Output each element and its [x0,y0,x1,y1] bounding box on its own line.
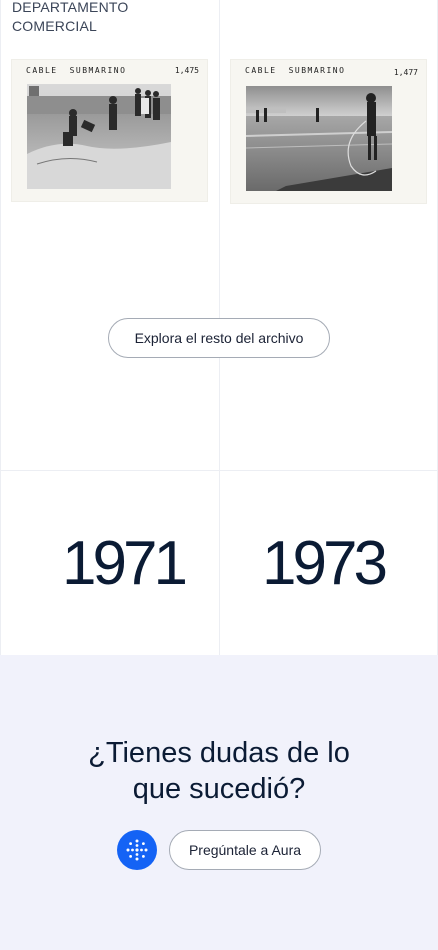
aura-footer: ¿Tienes dudas de lo que sucedió? Pregúnt… [0,655,438,950]
archive-photo-beach-workers [27,84,171,189]
caption-word: CABLE [245,66,277,75]
card-caption: CABLE SUBMARINO [26,66,126,75]
department-line-1: DEPARTAMENTO [12,0,129,15]
question-line-2: que sucedió? [132,773,306,805]
grid-divider-horizontal [0,470,438,471]
caption-word: CABLE [26,66,58,75]
year-1973[interactable]: 1973 [262,528,388,599]
aura-logo-icon[interactable] [117,830,157,870]
archive-card-2[interactable]: CABLE SUBMARINO 1,477 [231,60,426,203]
ask-aura-button[interactable]: Pregúntale a Aura [169,830,321,870]
archive-card-1[interactable]: CABLE SUBMARINO 1,475 [12,60,207,201]
grid-edge-left [0,0,1,655]
card-caption: CABLE SUBMARINO [245,66,345,75]
question-line-1: ¿Tienes dudas de lo [88,737,350,769]
caption-word: SUBMARINO [288,66,346,75]
aura-question: ¿Tienes dudas de lo que sucedió? [0,735,438,807]
year-1971[interactable]: 1971 [62,528,188,599]
card-number: 1,475 [174,66,199,75]
explore-archive-button[interactable]: Explora el resto del archivo [108,318,330,358]
caption-word: SUBMARINO [69,66,127,75]
card-number: 1,477 [393,68,418,77]
department-line-2: COMERCIAL [12,18,98,34]
department-label: DEPARTAMENTO COMERCIAL [12,0,129,36]
archive-photo-shore-cable [246,86,392,191]
